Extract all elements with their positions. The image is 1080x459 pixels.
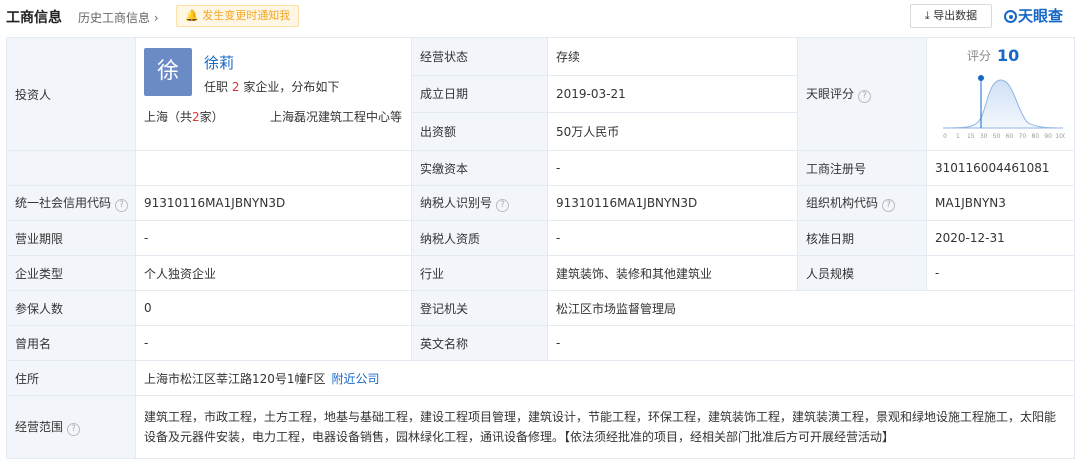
avatar[interactable]: 徐 — [144, 48, 192, 96]
score-tick-label: 30 — [980, 133, 988, 140]
former-label: 曾用名 — [6, 325, 136, 361]
founded-value: 2019-03-21 — [547, 74, 798, 114]
investor-name[interactable]: 徐莉 — [204, 52, 234, 73]
help-icon[interactable]: ? — [882, 199, 896, 212]
score-marker — [978, 75, 984, 81]
address-label: 住所 — [6, 360, 136, 396]
org-label: 组织机构代码? — [797, 185, 927, 221]
former-value: - — [135, 325, 412, 361]
score-label: 天眼评分? — [797, 37, 927, 151]
approve-value: 2020-12-31 — [926, 220, 1075, 256]
section-header: 工商信息 历史工商信息 › 🔔 发生变更时通知我 ⤓ 导出数据 天眼查 — [0, 0, 1080, 34]
score-tick-label: 90 — [1044, 133, 1052, 140]
address-value: 上海市松江区莘江路120号1幢F区 附近公司 — [135, 360, 1075, 396]
industry-value: 建筑装饰、装修和其他建筑业 — [547, 255, 798, 291]
scope-value: 建筑工程，市政工程，土方工程，地基与基础工程，建设工程项目管理，建筑设计，节能工… — [135, 395, 1075, 459]
founded-label: 成立日期 — [411, 74, 548, 114]
authority-label: 登记机关 — [411, 290, 548, 326]
help-icon[interactable]: ? — [858, 90, 872, 103]
score-tick-label: 100 — [1055, 133, 1065, 140]
staff-value: - — [926, 255, 1075, 291]
score-tick-label: 50 — [993, 133, 1001, 140]
score-panel: 评分10 0 1 15 30 50 60 70 80 90100 — [926, 37, 1075, 151]
en-value: - — [547, 325, 1075, 361]
paid-value: - — [547, 150, 798, 186]
score-value: 10 — [997, 46, 1020, 65]
empty-label-cell — [6, 150, 136, 186]
export-button[interactable]: ⤓ 导出数据 — [910, 4, 992, 28]
en-label: 英文名称 — [411, 325, 548, 361]
score-tick-label: 80 — [1031, 133, 1039, 140]
status-value: 存续 — [547, 37, 798, 76]
help-icon[interactable]: ? — [496, 199, 510, 212]
nearby-link[interactable]: 附近公司 — [331, 372, 379, 386]
scope-label: 经营范围? — [6, 395, 136, 459]
investor-company[interactable]: 上海磊况建筑工程中心等 — [270, 108, 402, 125]
score-tick-label: 70 — [1019, 133, 1027, 140]
industry-label: 行业 — [411, 255, 548, 291]
help-icon[interactable]: ? — [115, 199, 129, 212]
investor-card: 徐 徐莉 任职 2 家企业，分布如下 上海（共2家） 上海磊况建筑工程中心等 — [135, 37, 412, 151]
term-label: 营业期限 — [6, 220, 136, 256]
tax-qual-value: - — [547, 220, 798, 256]
capital-label: 出资额 — [411, 112, 548, 151]
tax-qual-label: 纳税人资质 — [411, 220, 548, 256]
type-value: 个人独资企业 — [135, 255, 412, 291]
eye-icon — [1004, 10, 1017, 23]
insured-value: 0 — [135, 290, 412, 326]
score-line: 评分 10 — [967, 46, 1020, 65]
paid-label: 实缴资本 — [411, 150, 548, 186]
section-title: 工商信息 — [6, 10, 62, 26]
credit-value: 91310116MA1JBNYN3D — [135, 185, 412, 221]
bell-icon: 🔔 — [185, 9, 199, 22]
notify-button[interactable]: 🔔 发生变更时通知我 — [176, 5, 300, 27]
investor-label: 投资人 — [6, 37, 136, 151]
investor-city[interactable]: 上海（共2家） — [144, 108, 224, 125]
term-value: - — [135, 220, 412, 256]
download-icon: ⤓ — [924, 9, 930, 22]
history-link[interactable]: 历史工商信息 › — [78, 9, 159, 26]
type-label: 企业类型 — [6, 255, 136, 291]
score-distribution-chart: 0 1 15 30 50 60 70 80 90100 — [942, 75, 1065, 140]
empty-value-cell — [135, 150, 412, 186]
score-tick-label: 60 — [1006, 133, 1014, 140]
taxid-value: 91310116MA1JBNYN3D — [547, 185, 798, 221]
approve-label: 核准日期 — [797, 220, 927, 256]
reg-no-label: 工商注册号 — [797, 150, 927, 186]
credit-label: 统一社会信用代码? — [6, 185, 136, 221]
reg-no-value: 310116004461081 — [926, 150, 1075, 186]
insured-label: 参保人数 — [6, 290, 136, 326]
help-icon[interactable]: ? — [67, 423, 81, 436]
tianyancha-logo: 天眼查 — [1004, 5, 1063, 26]
investor-summary: 任职 2 家企业，分布如下 — [204, 80, 340, 94]
authority-value: 松江区市场监督管理局 — [547, 290, 1075, 326]
status-label: 经营状态 — [411, 37, 548, 76]
org-value: MA1JBNYN3 — [926, 185, 1075, 221]
chevron-right-icon: › — [153, 11, 159, 25]
score-tick-label: 15 — [967, 133, 975, 140]
business-info-table: 投资人 徐 徐莉 任职 2 家企业，分布如下 上海（共2家） 上海磊况建筑工程中… — [6, 37, 1075, 459]
staff-label: 人员规模 — [797, 255, 927, 291]
taxid-label: 纳税人识别号? — [411, 185, 548, 221]
score-tick-label: 1 — [956, 133, 960, 140]
score-tick-label: 0 — [943, 133, 947, 140]
capital-value: 50万人民币 — [547, 112, 798, 151]
